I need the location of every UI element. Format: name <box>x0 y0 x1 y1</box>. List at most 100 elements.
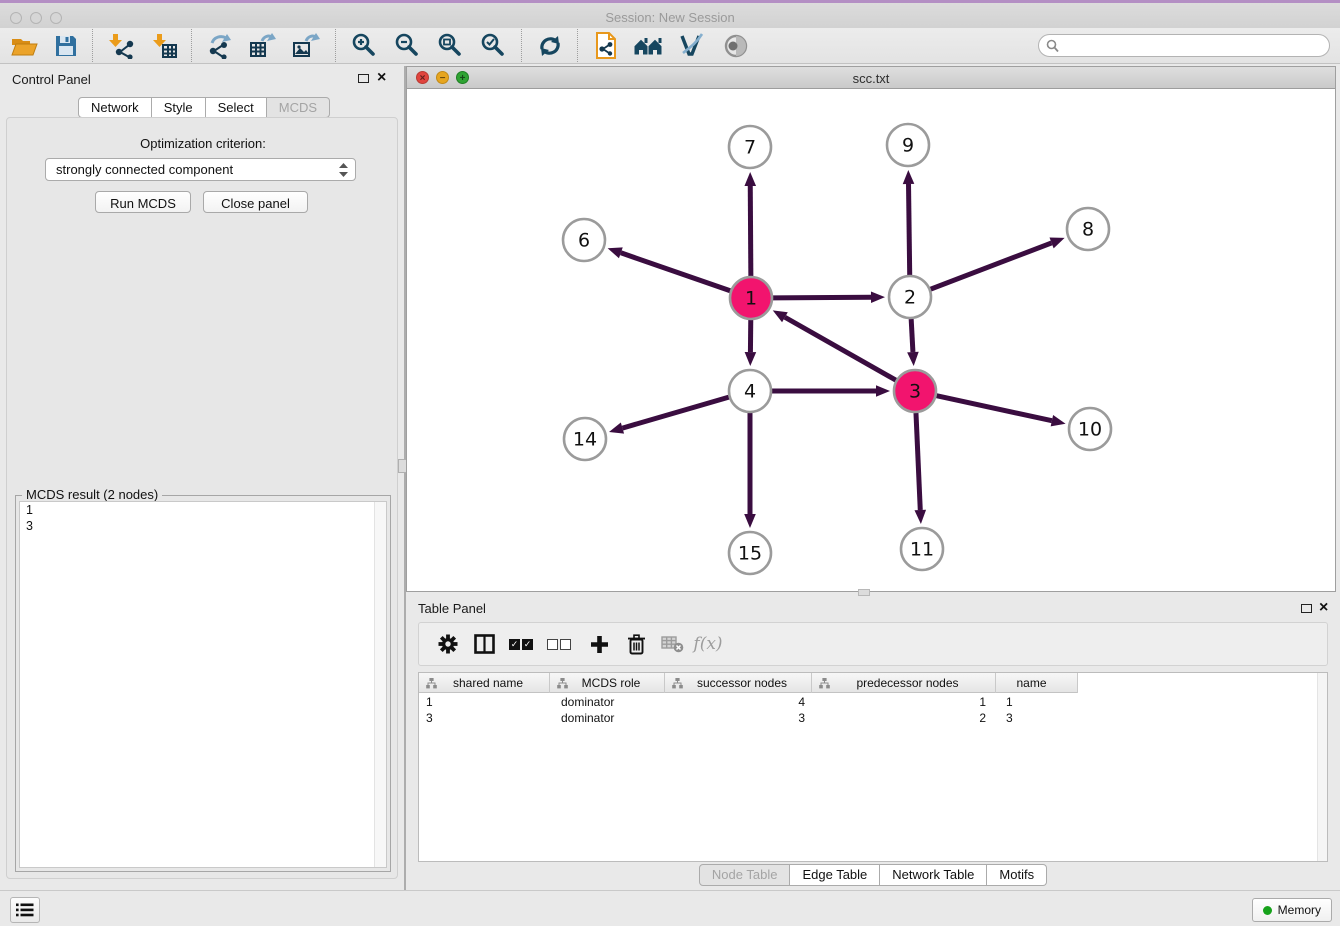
graph-node-15[interactable]: 15 <box>729 532 771 574</box>
network-window-titlebar[interactable]: × − + scc.txt <box>407 67 1335 89</box>
node-table: shared nameMCDS rolesuccessor nodes prede… <box>418 672 1328 862</box>
first-neighbors-icon[interactable] <box>628 30 668 61</box>
node-label: 9 <box>902 135 914 157</box>
import-table-icon[interactable] <box>144 30 184 61</box>
column-label: shared name <box>437 676 549 690</box>
graph-node-8[interactable]: 8 <box>1067 208 1109 250</box>
horizontal-splitter-grip[interactable] <box>858 589 870 596</box>
tab-node-table[interactable]: Node Table <box>699 864 791 886</box>
deselect-all-icon[interactable] <box>543 623 577 665</box>
graph-node-2[interactable]: 2 <box>889 276 931 318</box>
control-panel-tabs: NetworkStyleSelectMCDS <box>78 97 330 118</box>
visual-style-icon[interactable] <box>672 30 712 61</box>
graph-edge-2-9[interactable] <box>903 170 915 275</box>
graph-node-4[interactable]: 4 <box>729 370 771 412</box>
select-all-icon[interactable]: ✓✓ <box>505 623 539 665</box>
graph-edge-4-15[interactable] <box>744 413 756 528</box>
memory-button[interactable]: Memory <box>1252 898 1332 922</box>
add-column-icon[interactable] <box>582 623 616 665</box>
graph-edge-3-1[interactable] <box>773 310 896 380</box>
column-label: predecessor nodes <box>830 676 995 690</box>
delete-table-icon[interactable] <box>655 623 689 665</box>
close-panel-icon[interactable]: × <box>1319 602 1328 614</box>
tab-network[interactable]: Network <box>78 97 152 118</box>
save-session-icon[interactable] <box>46 30 86 61</box>
tab-mcds[interactable]: MCDS <box>267 97 330 118</box>
memory-label: Memory <box>1278 903 1321 917</box>
tab-network-table[interactable]: Network Table <box>880 864 987 886</box>
zoom-in-icon[interactable] <box>343 30 383 61</box>
table-cell: dominator <box>550 694 665 710</box>
mcds-result-textarea[interactable]: 13 <box>19 501 387 868</box>
new-network-from-selection-icon[interactable] <box>586 30 626 61</box>
table-cell: 3 <box>665 710 812 726</box>
table-cell: dominator <box>550 710 665 726</box>
float-panel-icon[interactable] <box>1301 604 1312 613</box>
delete-icon[interactable] <box>619 623 653 665</box>
table-settings-gear-icon[interactable] <box>431 623 465 665</box>
table-cell: 1 <box>419 694 550 710</box>
tab-select[interactable]: Select <box>206 97 267 118</box>
float-panel-icon[interactable] <box>358 74 369 83</box>
graph-node-9[interactable]: 9 <box>887 124 929 166</box>
zoom-selected-icon[interactable] <box>472 30 512 61</box>
result-scrollbar[interactable] <box>374 502 386 867</box>
graph-edge-1-4[interactable] <box>745 320 757 366</box>
control-panel: Control Panel × NetworkStyleSelectMCDS O… <box>0 66 404 890</box>
close-panel-button[interactable]: Close panel <box>203 191 308 213</box>
task-history-button[interactable] <box>10 897 40 923</box>
graph-edge-3-10[interactable] <box>936 396 1065 427</box>
tab-style[interactable]: Style <box>152 97 206 118</box>
table-row[interactable]: 3dominator323 <box>419 710 1327 726</box>
open-session-icon[interactable] <box>4 30 44 61</box>
search-input[interactable] <box>1063 36 1323 55</box>
export-image-icon[interactable] <box>286 30 326 61</box>
graph-node-7[interactable]: 7 <box>729 126 771 168</box>
column-header-predecessor-nodes[interactable]: predecessor nodes <box>812 673 996 693</box>
column-header-mcds-role[interactable]: MCDS role <box>550 673 665 693</box>
window-title: Session: New Session <box>0 10 1340 25</box>
graph-edge-1-2[interactable] <box>773 291 885 303</box>
network-canvas[interactable]: 7 9 6 8 1 2 4 3 14 10 15 11 <box>407 89 1335 591</box>
column-header-successor-nodes[interactable]: successor nodes <box>665 673 812 693</box>
zoom-out-icon[interactable] <box>386 30 426 61</box>
fit-content-icon[interactable] <box>429 30 469 61</box>
import-network-icon[interactable] <box>100 30 140 61</box>
column-header-name[interactable]: name <box>996 673 1078 693</box>
graph-node-11[interactable]: 11 <box>901 528 943 570</box>
node-label: 7 <box>744 137 756 159</box>
graph-node-10[interactable]: 10 <box>1069 408 1111 450</box>
memory-status-icon <box>1263 906 1272 915</box>
table-scrollbar[interactable] <box>1317 673 1327 861</box>
table-row[interactable]: 1dominator411 <box>419 694 1327 710</box>
graph-edge-1-6[interactable] <box>608 247 731 290</box>
search-field[interactable] <box>1038 34 1330 57</box>
mcds-panel: Optimization criterion: strongly connect… <box>6 117 398 879</box>
close-panel-icon[interactable]: × <box>377 72 386 84</box>
graph-edge-2-3[interactable] <box>907 319 919 366</box>
run-mcds-button[interactable]: Run MCDS <box>95 191 191 213</box>
criterion-select[interactable]: strongly connected component <box>45 158 356 181</box>
graph-node-14[interactable]: 14 <box>564 418 606 460</box>
toolbar-separator <box>92 29 93 62</box>
export-table-icon[interactable] <box>243 30 283 61</box>
function-builder-icon[interactable]: f(x) <box>691 623 725 665</box>
graph-node-1[interactable]: 1 <box>730 277 772 319</box>
tab-motifs[interactable]: Motifs <box>987 864 1047 886</box>
apply-layout-icon[interactable] <box>530 30 570 61</box>
export-network-icon[interactable] <box>200 30 240 61</box>
tab-edge-table[interactable]: Edge Table <box>790 864 880 886</box>
graph-edge-1-7[interactable] <box>744 172 756 276</box>
graph-edge-3-11[interactable] <box>914 413 926 524</box>
graph-node-6[interactable]: 6 <box>563 219 605 261</box>
graph-edge-4-14[interactable] <box>609 397 729 434</box>
graph-edge-2-8[interactable] <box>931 237 1065 289</box>
network-view-window: × − + scc.txt 7 9 6 8 1 2 4 3 14 10 15 11 <box>406 66 1336 592</box>
chevron-up-down-icon <box>338 162 349 181</box>
graph-edge-4-3[interactable] <box>772 385 890 397</box>
show-columns-icon[interactable] <box>467 623 501 665</box>
column-header-shared-name[interactable]: shared name <box>419 673 550 693</box>
unchecked-box-icon <box>547 639 558 650</box>
graphics-details-eye-icon[interactable] <box>716 30 756 61</box>
graph-node-3[interactable]: 3 <box>894 370 936 412</box>
